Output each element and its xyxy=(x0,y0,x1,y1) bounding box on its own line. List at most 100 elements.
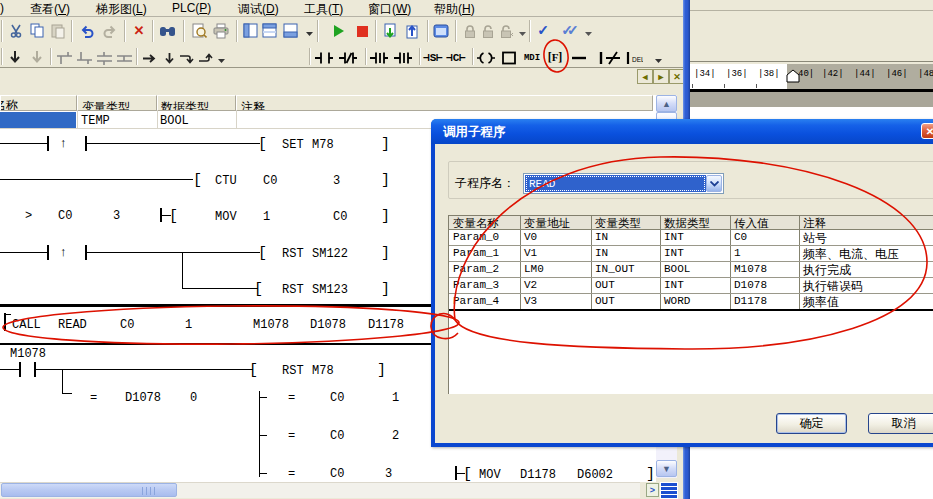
arrow-bend-down-icon[interactable] xyxy=(177,49,195,67)
count-icon[interactable]: ⊣C⊢ xyxy=(447,48,465,66)
subroutine-combo[interactable]: READ xyxy=(523,173,724,194)
ok-button[interactable]: 确定 xyxy=(776,413,847,434)
ruler-tick: |44| xyxy=(854,69,876,79)
undo-icon[interactable] xyxy=(78,22,96,40)
junction2-icon[interactable] xyxy=(75,49,93,67)
toolbar-ladder: ⊣S⊢ ⊣C⊢ MDI [F] DEL xyxy=(0,46,683,67)
mov-op2: C0 xyxy=(333,210,347,224)
param-value[interactable]: D1078 xyxy=(734,279,767,291)
split-handle-icon[interactable] xyxy=(660,482,678,499)
arrow-down2-icon[interactable] xyxy=(28,48,46,66)
view-component-icon[interactable] xyxy=(242,22,260,40)
scroll-down-button[interactable]: ▼ xyxy=(656,460,677,477)
hline-icon[interactable] xyxy=(570,49,588,67)
delete-icon[interactable]: ✕ xyxy=(130,21,148,39)
junction4-icon[interactable] xyxy=(115,49,133,67)
menu-bar: (E) 查看(V) 梯形图(L) PLC(P) 调试(D) 工具(T) 窗口(W… xyxy=(0,0,683,16)
menu-help[interactable]: 帮助(H) xyxy=(434,1,475,16)
contact-no-icon[interactable] xyxy=(315,49,333,67)
contact-pos-icon[interactable] xyxy=(370,49,388,67)
scroll-up-button[interactable]: ▲ xyxy=(656,95,677,112)
compile-icon[interactable]: ✓ xyxy=(534,21,552,39)
box-icon[interactable] xyxy=(500,49,518,67)
var-table-header-vartype[interactable]: 变量类型 xyxy=(77,95,157,111)
arrow-down3-icon[interactable] xyxy=(160,49,178,67)
param-value[interactable]: D1178 xyxy=(734,295,767,307)
lock2-icon[interactable] xyxy=(479,22,497,40)
menu-ladder[interactable]: 梯形图(L) xyxy=(96,1,147,16)
delete-line-icon[interactable]: DEL xyxy=(625,49,643,67)
contact-neg-icon[interactable] xyxy=(394,49,412,67)
var-table-header-name[interactable]: 名称 xyxy=(0,95,77,111)
param-row[interactable]: Param_4 V3 OUT WORD D1178 频率值 xyxy=(449,294,933,309)
param-datatype: INT xyxy=(664,231,684,243)
cut-icon[interactable] xyxy=(7,22,25,40)
menu-edit[interactable]: (E) xyxy=(0,1,4,15)
nav-forward-button[interactable]: ► xyxy=(653,69,669,84)
svg-text:DEL: DEL xyxy=(632,56,643,63)
cmp-op: > xyxy=(25,209,32,223)
param-row[interactable]: Param_1 V1 IN INT 1 频率、电流、电压 xyxy=(449,246,933,262)
ruler-cursor-icon[interactable] xyxy=(785,68,802,84)
arrow-down-icon[interactable] xyxy=(6,48,24,66)
set-coil-icon[interactable]: ⊣S⊢ xyxy=(424,48,442,66)
param-row[interactable]: Param_2 LM0 IN_OUT BOOL M1078 执行完成 xyxy=(449,262,933,278)
dialog-close-button[interactable]: ✕ xyxy=(921,123,933,139)
cmp-b: 3 xyxy=(113,209,120,223)
view-layout3-icon[interactable] xyxy=(282,22,300,40)
contact-nc-icon[interactable] xyxy=(339,49,357,67)
var-type-value[interactable]: TEMP xyxy=(81,114,110,128)
menu-debug[interactable]: 调试(D) xyxy=(238,1,279,16)
combo-dropdown-icon[interactable] xyxy=(706,175,722,192)
cross-line-icon[interactable] xyxy=(604,49,622,67)
menu-tools[interactable]: 工具(T) xyxy=(304,1,343,16)
menu-window[interactable]: 窗口(W) xyxy=(368,1,411,16)
param-row[interactable]: Param_3 V2 OUT INT D1078 执行错误码 xyxy=(449,278,933,294)
ctu-op2: 3 xyxy=(333,174,340,188)
var-table-header-comment[interactable]: 注释 xyxy=(236,95,653,111)
view-layout2-icon[interactable] xyxy=(261,22,279,40)
var-table-header-datatype[interactable]: 数据类型 xyxy=(157,95,236,111)
redo-icon[interactable] xyxy=(101,22,119,40)
print-preview-icon[interactable] xyxy=(190,22,208,40)
cancel-button[interactable]: 取消 xyxy=(868,413,933,434)
stop-icon[interactable] xyxy=(353,22,371,40)
arrow-right-icon[interactable] xyxy=(140,49,158,67)
compile-all-icon[interactable]: ✓✓ xyxy=(555,21,579,39)
arrows-dropdown-icon[interactable] xyxy=(213,53,231,71)
param-table-header: 变量名称 变量地址 变量类型 数据类型 传入值 注释 xyxy=(449,216,933,230)
junction3-icon[interactable] xyxy=(95,49,113,67)
mov-op1: 1 xyxy=(263,210,270,224)
options-icon[interactable] xyxy=(432,22,450,40)
param-name: Param_3 xyxy=(453,279,499,291)
paste-icon[interactable] xyxy=(49,22,67,40)
mdi-icon[interactable]: MDI xyxy=(521,49,543,67)
nav-back-button[interactable]: ◄ xyxy=(637,69,653,84)
compile-dropdown-icon[interactable] xyxy=(580,26,598,44)
copy-icon[interactable] xyxy=(28,22,46,40)
param-value[interactable]: C0 xyxy=(734,231,747,243)
menu-plc[interactable]: PLC(P) xyxy=(172,1,211,15)
menu-view[interactable]: 查看(V) xyxy=(30,1,70,16)
param-value[interactable]: M1078 xyxy=(734,263,767,275)
find-icon[interactable] xyxy=(158,22,176,40)
param-row[interactable]: Param_0 V0 IN INT C0 站号 xyxy=(449,230,933,246)
lock1-icon[interactable] xyxy=(461,22,479,40)
function-icon[interactable]: [F] xyxy=(545,48,565,66)
print-icon[interactable] xyxy=(212,22,230,40)
dialog-title-bar[interactable]: 调用子程序 xyxy=(431,119,933,144)
param-value[interactable]: 1 xyxy=(734,247,741,259)
coil-icon[interactable] xyxy=(477,49,495,67)
cmp-d-a: D1078 xyxy=(125,391,161,405)
upload-icon[interactable] xyxy=(403,22,421,40)
lock3-icon[interactable] xyxy=(497,22,515,40)
junction1-icon[interactable] xyxy=(55,49,73,67)
run-icon[interactable] xyxy=(330,22,348,40)
var-table-selected-cell[interactable] xyxy=(0,112,76,128)
download-icon[interactable] xyxy=(381,22,399,40)
param-addr: V3 xyxy=(524,295,537,307)
data-type-value[interactable]: BOOL xyxy=(160,114,189,128)
hscrollbar-thumb[interactable] xyxy=(1,483,177,497)
arrow-bend-up-icon[interactable] xyxy=(196,49,214,67)
network-next-button[interactable]: > xyxy=(646,483,659,497)
